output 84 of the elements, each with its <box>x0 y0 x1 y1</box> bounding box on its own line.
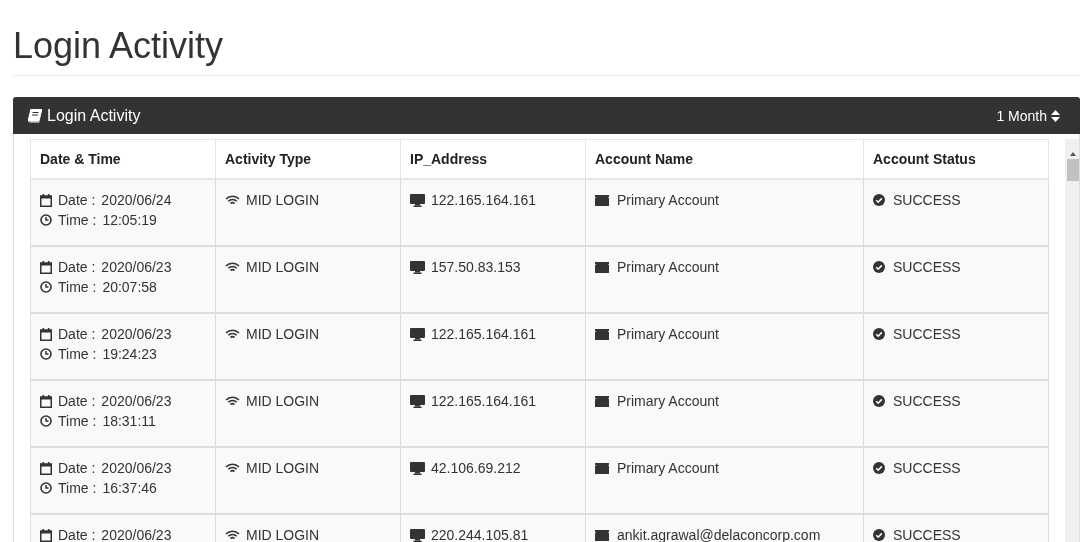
time-value: 12:05:19 <box>102 211 157 230</box>
time-label: Time : <box>58 479 97 498</box>
monitor-icon <box>410 528 425 542</box>
activity-type: MID LOGIN <box>246 258 320 277</box>
date-label: Date : <box>58 258 96 277</box>
activity-type: MID LOGIN <box>246 325 320 344</box>
time-label: Time : <box>58 278 97 297</box>
date-label: Date : <box>58 459 96 478</box>
clock-icon <box>40 415 52 427</box>
account-status: SUCCESS <box>893 258 961 277</box>
calendar-icon <box>40 528 52 542</box>
time-label: Time : <box>58 412 97 431</box>
date-value: 2020/06/24 <box>101 191 172 210</box>
account-name: Primary Account <box>617 392 719 411</box>
column-header: Activity Type <box>215 139 401 179</box>
time-label: Time : <box>58 211 97 230</box>
ip-address: 220.244.105.81 <box>431 526 529 542</box>
page-title: Login Activity <box>13 24 225 68</box>
account-name: ankit.agrawal@delaconcorp.com <box>617 526 821 542</box>
wifi-icon <box>225 328 240 340</box>
calendar-icon <box>40 461 52 475</box>
clock-icon <box>40 348 52 360</box>
wifi-icon <box>225 529 240 541</box>
ip-address: 157.50.83.153 <box>431 258 521 277</box>
ip-address: 122.165.164.161 <box>431 325 537 344</box>
monitor-icon <box>410 461 425 475</box>
time-value: 19:24:23 <box>102 345 157 364</box>
calendar-icon <box>40 394 52 408</box>
check-circle-icon <box>873 395 885 407</box>
account-status: SUCCESS <box>893 459 961 478</box>
account-name: Primary Account <box>617 258 719 277</box>
date-value: 2020/06/23 <box>101 258 172 277</box>
book-icon <box>28 108 42 123</box>
monitor-icon <box>410 394 425 408</box>
clock-icon <box>40 214 52 226</box>
date-label: Date : <box>58 325 96 344</box>
account-status: SUCCESS <box>893 392 961 411</box>
column-header: Date & Time <box>30 139 216 179</box>
time-value: 18:31:11 <box>102 412 156 431</box>
account-name: Primary Account <box>617 191 719 210</box>
sort-caret-icon <box>1051 109 1060 122</box>
period-dropdown[interactable]: 1 Month <box>996 107 1060 124</box>
ip-address: 122.165.164.161 <box>431 191 537 210</box>
date-label: Date : <box>58 191 96 210</box>
column-header: Account Status <box>863 139 1049 179</box>
ip-address: 122.165.164.161 <box>431 392 537 411</box>
calendar-icon <box>40 260 52 274</box>
date-value: 2020/06/23 <box>101 325 172 344</box>
account-status: SUCCESS <box>893 325 961 344</box>
wifi-icon <box>225 194 240 206</box>
time-value: 16:37:46 <box>102 479 157 498</box>
wifi-icon <box>225 462 240 474</box>
column-header: IP_Address <box>400 139 586 179</box>
time-value: 20:07:58 <box>102 278 157 297</box>
activity-type: MID LOGIN <box>246 191 320 210</box>
account-name: Primary Account <box>617 459 719 478</box>
activity-type: MID LOGIN <box>246 392 320 411</box>
wifi-icon <box>225 395 240 407</box>
wifi-icon <box>225 261 240 273</box>
date-label: Date : <box>58 526 96 542</box>
column-header: Account Name <box>585 139 864 179</box>
activity-type: MID LOGIN <box>246 526 320 542</box>
check-circle-icon <box>873 328 885 340</box>
ip-address: 42.106.69.212 <box>431 459 521 478</box>
monitor-icon <box>410 260 425 274</box>
clock-icon <box>40 482 52 494</box>
activity-type: MID LOGIN <box>246 459 320 478</box>
calendar-icon <box>40 327 52 341</box>
clock-icon <box>40 281 52 293</box>
account-status: SUCCESS <box>893 526 961 542</box>
date-label: Date : <box>58 392 96 411</box>
panel-title: Login Activity <box>47 106 141 125</box>
date-value: 2020/06/23 <box>101 526 172 542</box>
check-circle-icon <box>873 462 885 474</box>
date-value: 2020/06/23 <box>101 392 172 411</box>
account-name: Primary Account <box>617 325 719 344</box>
calendar-icon <box>40 193 52 207</box>
monitor-icon <box>410 327 425 341</box>
date-value: 2020/06/23 <box>101 459 172 478</box>
check-circle-icon <box>873 194 885 206</box>
check-circle-icon <box>873 261 885 273</box>
account-status: SUCCESS <box>893 191 961 210</box>
monitor-icon <box>410 193 425 207</box>
time-label: Time : <box>58 345 97 364</box>
